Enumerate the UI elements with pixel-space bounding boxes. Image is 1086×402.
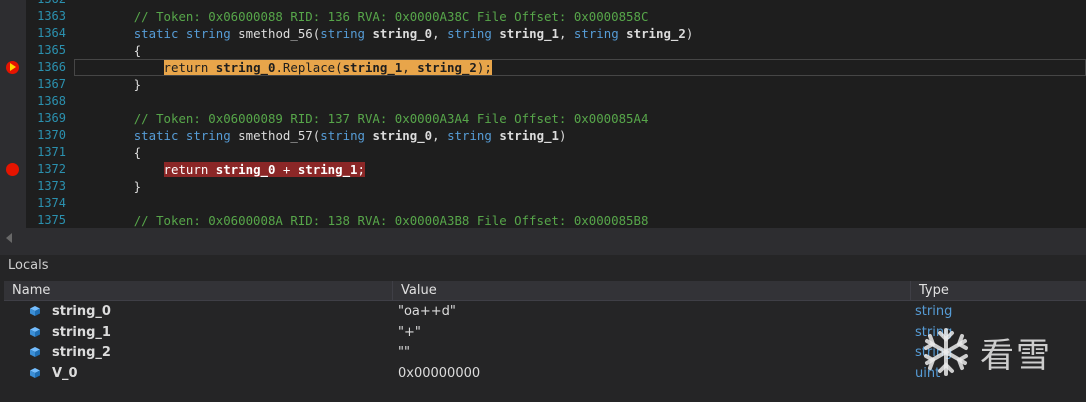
line-number: 1372: [37, 162, 66, 176]
code-line[interactable]: 1366 return string_0.Replace(string_1, s…: [0, 59, 1086, 76]
breakpoint-statement-highlight: return string_0 + string_1;: [163, 162, 365, 177]
local-name: string_1: [52, 324, 111, 340]
code-text: static string smethod_56(string string_0…: [133, 26, 694, 41]
watermark-text: 看雪: [980, 336, 1052, 376]
code-line[interactable]: 1372 return string_0 + string_1;: [0, 161, 1086, 178]
local-name: string_0: [52, 304, 111, 319]
line-number: 1365: [37, 43, 66, 57]
code-line[interactable]: 1369 // Token: 0x06000089 RID: 137 RVA: …: [0, 110, 1086, 127]
line-number: 1374: [37, 196, 66, 210]
code-line[interactable]: 1375 // Token: 0x0600008A RID: 138 RVA: …: [0, 212, 1086, 228]
variable-cube-icon: [30, 367, 40, 378]
code-text: return string_0.Replace(string_1, string…: [74, 59, 492, 76]
local-name: V_0: [52, 365, 78, 381]
line-number: 1367: [37, 77, 66, 91]
line-number: 1373: [37, 179, 66, 193]
code-line[interactable]: 1374: [0, 195, 1086, 212]
line-number: 1371: [37, 145, 66, 159]
local-value[interactable]: "+": [398, 323, 903, 343]
column-header-type[interactable]: Type: [911, 281, 1086, 301]
code-text: // Token: 0x0600008A RID: 138 RVA: 0x000…: [133, 213, 649, 228]
variable-cube-icon: [30, 347, 40, 357]
code-text: }: [74, 77, 142, 92]
local-value[interactable]: "": [398, 343, 903, 363]
code-text: // Token: 0x06000088 RID: 136 RVA: 0x000…: [133, 9, 649, 24]
line-number: 1375: [37, 213, 66, 227]
code-text: return string_0 + string_1;: [74, 161, 365, 178]
code-line[interactable]: 1371 {: [0, 144, 1086, 161]
local-type: string: [915, 304, 953, 319]
code-line[interactable]: 1367 }: [0, 76, 1086, 93]
line-number: 1370: [37, 128, 66, 142]
variable-cube-icon: [30, 326, 40, 337]
line-number: 1366: [37, 60, 66, 74]
local-value[interactable]: "oa++d": [398, 302, 903, 322]
horizontal-scrollbar[interactable]: [0, 228, 1086, 248]
kanxue-watermark: 看雪: [918, 322, 1078, 382]
code-text: // Token: 0x06000089 RID: 137 RVA: 0x000…: [133, 111, 649, 126]
code-line[interactable]: 1364 static string smethod_56(string str…: [0, 25, 1086, 42]
panel-splitter[interactable]: [0, 248, 1086, 255]
local-name: string_2: [52, 345, 111, 360]
column-header-value[interactable]: Value: [393, 281, 911, 301]
current-statement-highlight: return string_0.Replace(string_1, string…: [163, 60, 492, 75]
line-number: 1368: [37, 94, 66, 108]
line-number: 1369: [37, 111, 66, 125]
code-line[interactable]: 1363 // Token: 0x06000088 RID: 136 RVA: …: [0, 8, 1086, 25]
line-number: 1362: [26, 0, 66, 8]
local-value[interactable]: 0x00000000: [398, 364, 903, 384]
line-number: 1363: [37, 9, 66, 23]
code-text: {: [74, 145, 142, 160]
code-line[interactable]: 1368: [0, 93, 1086, 110]
locals-title: Locals: [8, 258, 49, 273]
locals-row[interactable]: string_0 "oa++d" string: [4, 302, 1086, 322]
code-line[interactable]: 1365 {: [0, 42, 1086, 59]
snowflake-icon: [924, 328, 968, 376]
line-number: 1364: [37, 26, 66, 40]
code-text: {: [74, 43, 142, 58]
code-text: static string smethod_57(string string_0…: [133, 128, 567, 143]
code-line[interactable]: 1370 static string smethod_57(string str…: [0, 127, 1086, 144]
scroll-left-arrow-icon[interactable]: [6, 233, 12, 243]
column-header-name[interactable]: Name: [4, 281, 393, 301]
code-line[interactable]: 1373 }: [0, 178, 1086, 195]
code-editor[interactable]: 13621363 // Token: 0x06000088 RID: 136 R…: [0, 0, 1086, 228]
variable-cube-icon: [30, 306, 40, 316]
code-text: }: [74, 179, 142, 194]
code-line[interactable]: 1362: [0, 0, 1086, 8]
